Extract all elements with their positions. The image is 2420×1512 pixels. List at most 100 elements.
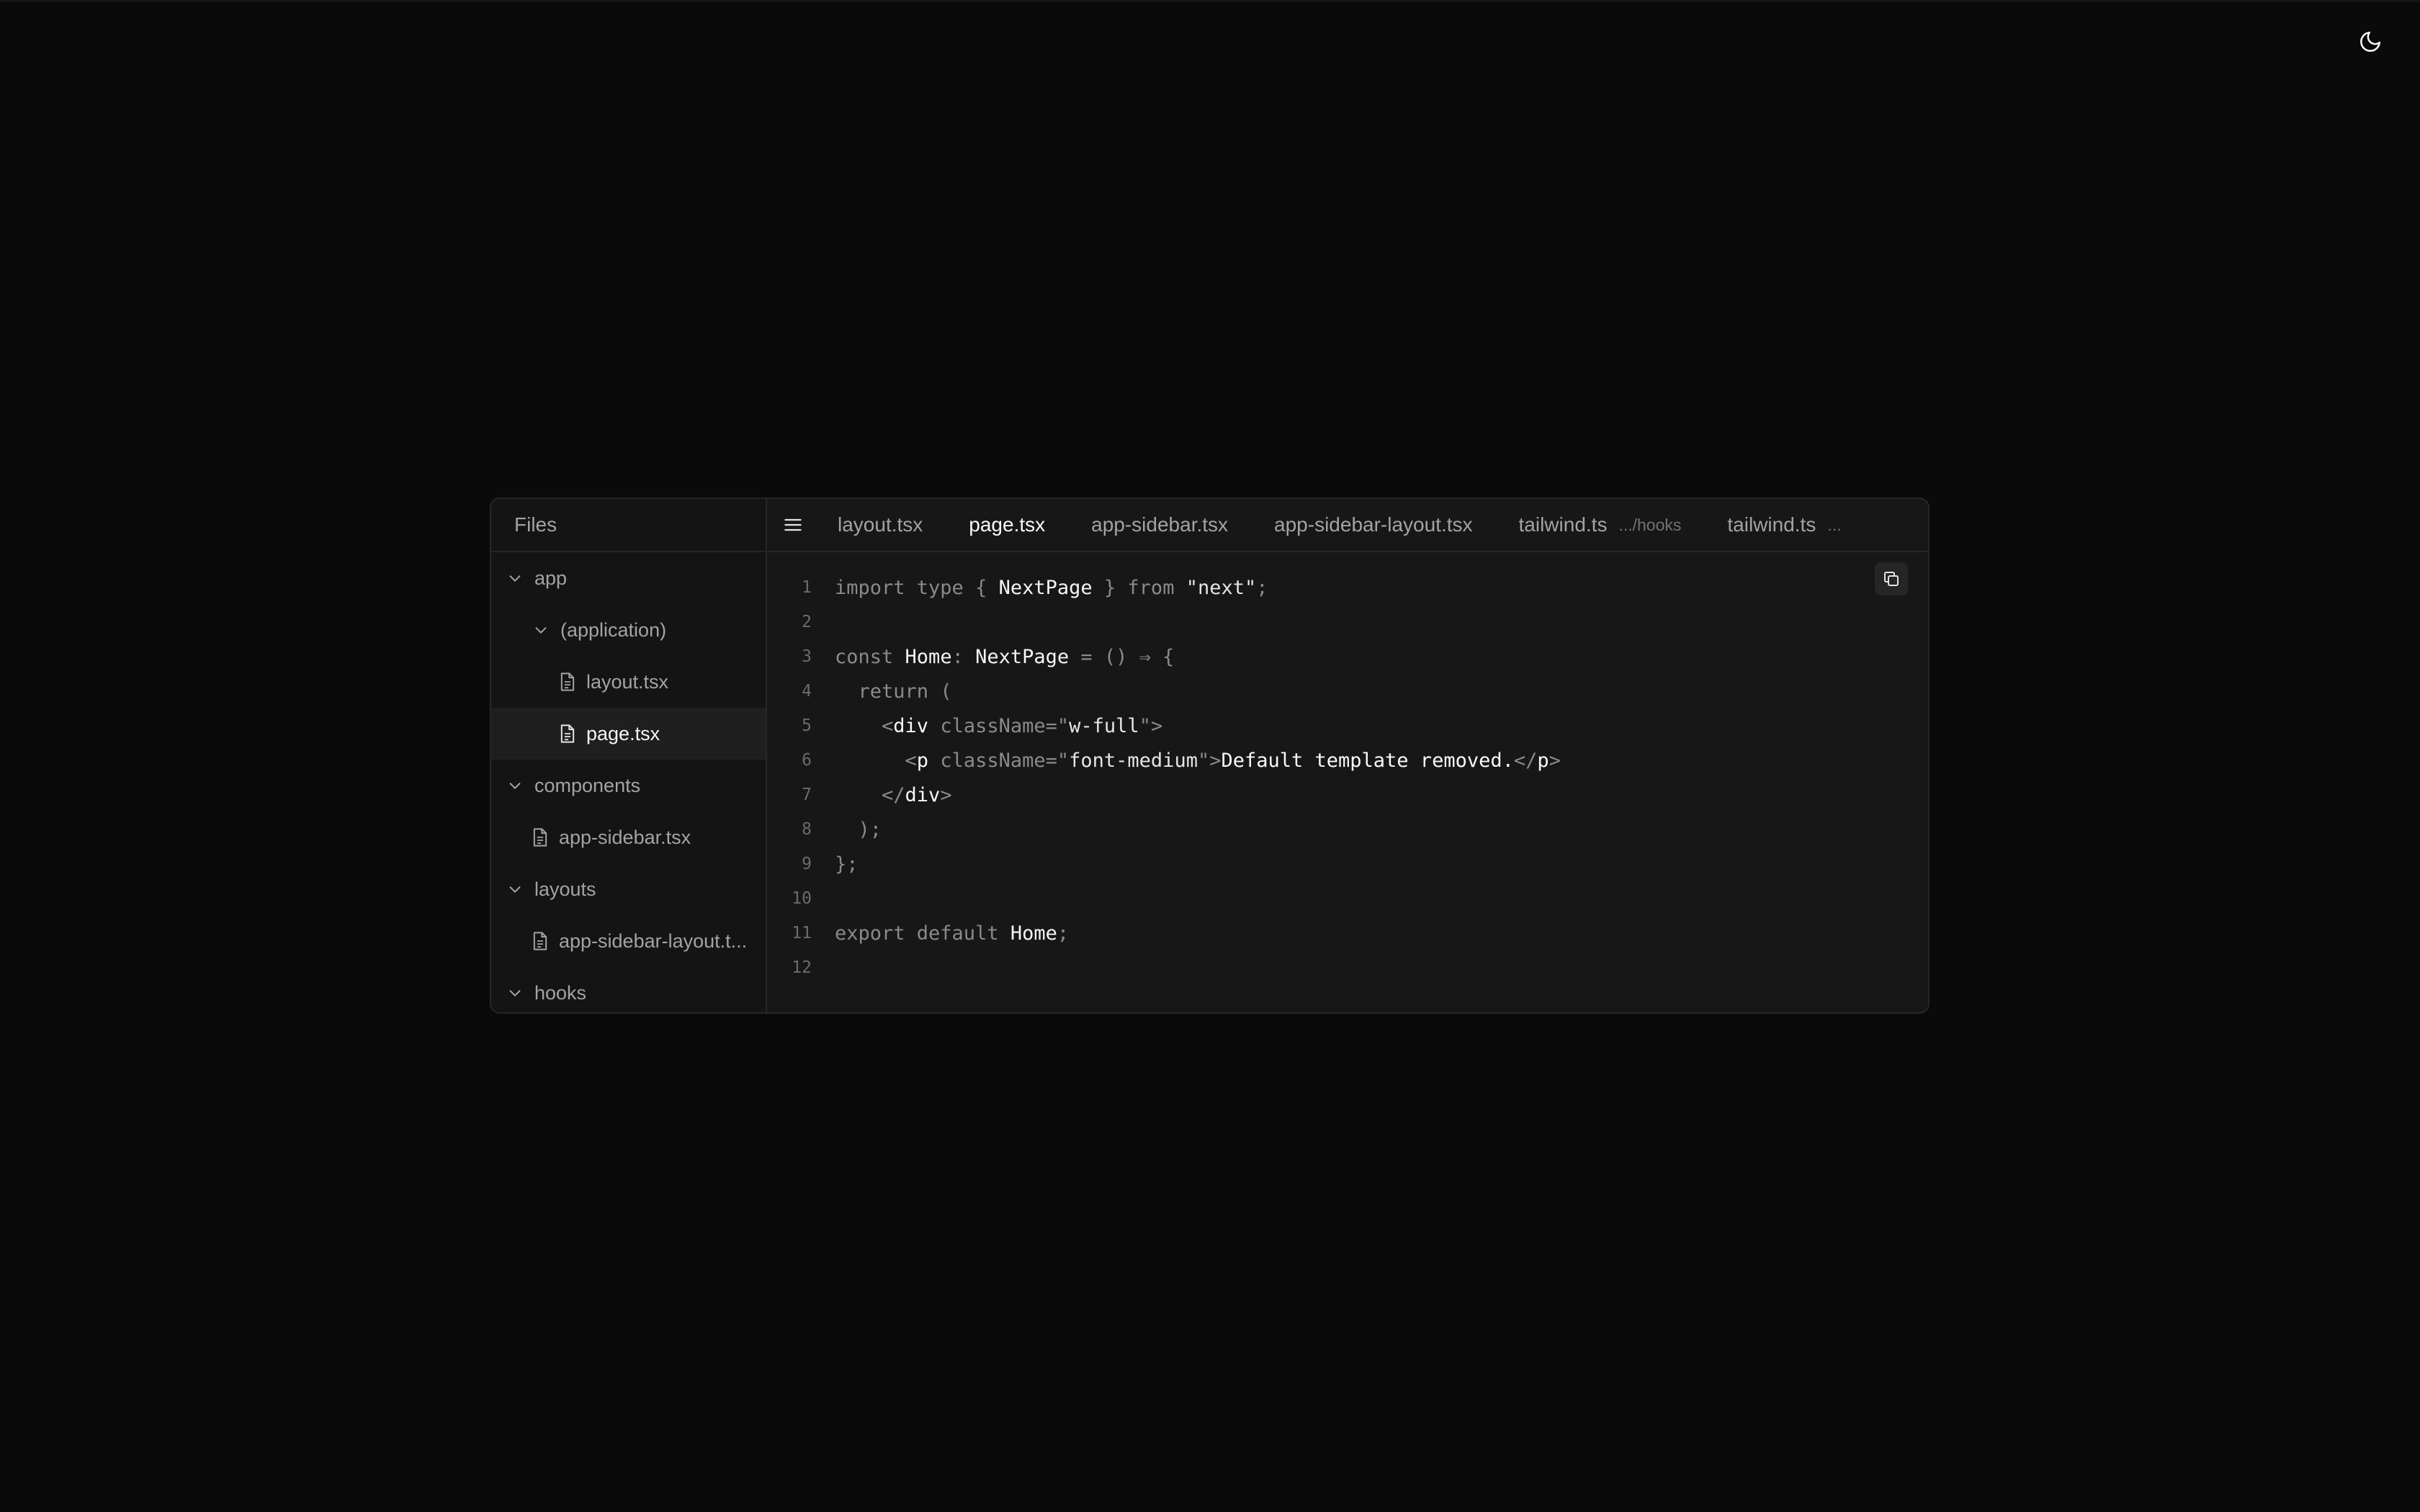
- line-content: <div className="w-full">: [835, 715, 1162, 737]
- editor-tab[interactable]: layout.tsx: [815, 499, 946, 551]
- code-token: = () ⇒ {: [1069, 645, 1175, 668]
- editor-tab[interactable]: app-sidebar-layout.tsx: [1251, 499, 1495, 551]
- editor-tab[interactable]: app-sidebar.tsx: [1068, 499, 1251, 551]
- line-number: 1: [802, 578, 812, 597]
- line-content: );: [835, 819, 882, 841]
- code-line: 10: [767, 881, 1928, 916]
- code-line: 8 );: [767, 812, 1928, 847]
- line-number: 7: [802, 786, 812, 804]
- line-content: return (: [835, 680, 952, 703]
- code-view[interactable]: 1 import type { NextPage } from "next"; 2 3…: [767, 552, 1928, 1012]
- code-token: (: [940, 680, 952, 703]
- line-number: 6: [802, 751, 812, 770]
- copy-icon: [1884, 572, 1899, 586]
- tree-item-label: page.tsx: [586, 722, 660, 744]
- code-token: from: [1127, 576, 1186, 599]
- code-token: NextPage: [998, 576, 1093, 599]
- code-token: Home: [1010, 922, 1057, 945]
- tab-path-hint: ...: [1827, 515, 1842, 534]
- top-border: [0, 0, 2420, 2]
- code-token: font-medium: [1069, 749, 1198, 772]
- tree-file[interactable]: app-sidebar-layout.t...: [491, 915, 766, 967]
- tree-item-label: (application): [560, 618, 667, 641]
- tree-folder[interactable]: (application): [491, 604, 766, 656]
- code-token: {: [975, 576, 999, 599]
- code-line: 6 <p className="font-medium">Default tem…: [767, 743, 1928, 778]
- code-editor-panel: Files app (application) layout.tsx page.tsx…: [490, 498, 1930, 1014]
- file-icon: [560, 724, 575, 743]
- line-number: 4: [802, 682, 812, 701]
- code-line: 3 const Home: NextPage = () ⇒ {: [767, 639, 1928, 674]
- tree-folder[interactable]: layouts: [491, 863, 766, 915]
- moon-icon: [2360, 31, 2381, 52]
- code-token: ;: [1256, 576, 1268, 599]
- line-number: 5: [802, 716, 812, 735]
- tree-folder[interactable]: app: [491, 552, 766, 604]
- line-content: import type { NextPage } from "next";: [835, 577, 1268, 599]
- code-token: <: [835, 749, 917, 772]
- line-number: 12: [792, 958, 812, 977]
- tab-label: app-sidebar-layout.tsx: [1274, 513, 1473, 536]
- code-token: ">: [1139, 714, 1163, 737]
- code-token: return: [835, 680, 941, 703]
- tree-item-label: app: [534, 567, 568, 589]
- tree-item-label: layout.tsx: [586, 670, 669, 693]
- line-content: const Home: NextPage = () ⇒ {: [835, 646, 1174, 668]
- code-token: ": [1057, 714, 1070, 737]
- tab-label: app-sidebar.tsx: [1091, 513, 1229, 536]
- code-token: className=: [928, 714, 1057, 737]
- sidebar-title: Files: [491, 499, 766, 552]
- tab-label: tailwind.ts: [1727, 513, 1816, 536]
- chevron-down-icon: [509, 575, 521, 582]
- line-number: 3: [802, 647, 812, 666]
- tree-folder[interactable]: hooks: [491, 967, 766, 1012]
- code-line: 1 import type { NextPage } from "next";: [767, 570, 1928, 605]
- theme-toggle-button[interactable]: [2354, 25, 2387, 58]
- tree-item-label: app-sidebar.tsx: [559, 826, 691, 848]
- menu-icon: [784, 518, 802, 531]
- copy-button[interactable]: [1875, 562, 1908, 595]
- code-token: export default: [835, 922, 1010, 945]
- line-number: 2: [802, 613, 812, 631]
- tree-item-label: components: [534, 774, 641, 796]
- tree-file[interactable]: app-sidebar.tsx: [491, 811, 766, 863]
- code-token: Home: [905, 645, 952, 668]
- line-number: 10: [792, 889, 812, 908]
- tree-item-label: app-sidebar-layout.t...: [559, 930, 748, 952]
- line-content: </div>: [835, 784, 952, 806]
- tab-label: page.tsx: [969, 513, 1046, 536]
- code-token: p: [1537, 749, 1549, 772]
- file-icon: [533, 932, 547, 950]
- tree-item-label: layouts: [534, 878, 596, 900]
- code-token: import type: [835, 576, 976, 599]
- code-token: </: [1513, 749, 1538, 772]
- code-line: 7 </div>: [767, 778, 1928, 812]
- code-token: );: [835, 818, 882, 841]
- editor-main: layout.tsx page.tsx app-sidebar.tsx app-sid…: [767, 499, 1928, 1012]
- menu-button[interactable]: [771, 499, 815, 551]
- line-content: <p className="font-medium">Default templ…: [835, 750, 1561, 772]
- editor-tab[interactable]: tailwind.ts .../hooks: [1496, 499, 1705, 551]
- code-token: div: [905, 783, 941, 806]
- code-token: };: [835, 852, 859, 876]
- chevron-down-icon: [535, 627, 547, 634]
- tree-file[interactable]: page.tsx: [491, 708, 766, 760]
- tree-folder[interactable]: components: [491, 760, 766, 811]
- code-token: className=: [928, 749, 1057, 772]
- line-content: };: [835, 853, 859, 876]
- tree-file[interactable]: layout.tsx: [491, 656, 766, 708]
- line-number: 8: [802, 820, 812, 839]
- code-token: <: [835, 714, 894, 737]
- tab-bar: layout.tsx page.tsx app-sidebar.tsx app-sid…: [767, 499, 1928, 552]
- editor-tab[interactable]: tailwind.ts...: [1704, 499, 1864, 551]
- editor-tab[interactable]: page.tsx: [946, 499, 1068, 551]
- code-line: 2: [767, 605, 1928, 639]
- code-token: </: [835, 783, 905, 806]
- code-token: Default template removed.: [1221, 749, 1514, 772]
- code-line: 4 return (: [767, 674, 1928, 708]
- line-content: export default Home;: [835, 922, 1069, 945]
- tab-label: tailwind.ts: [1518, 513, 1608, 536]
- code-token: "next": [1186, 576, 1257, 599]
- file-tree: app (application) layout.tsx page.tsx compon…: [491, 552, 766, 1012]
- code-line: 12: [767, 950, 1928, 985]
